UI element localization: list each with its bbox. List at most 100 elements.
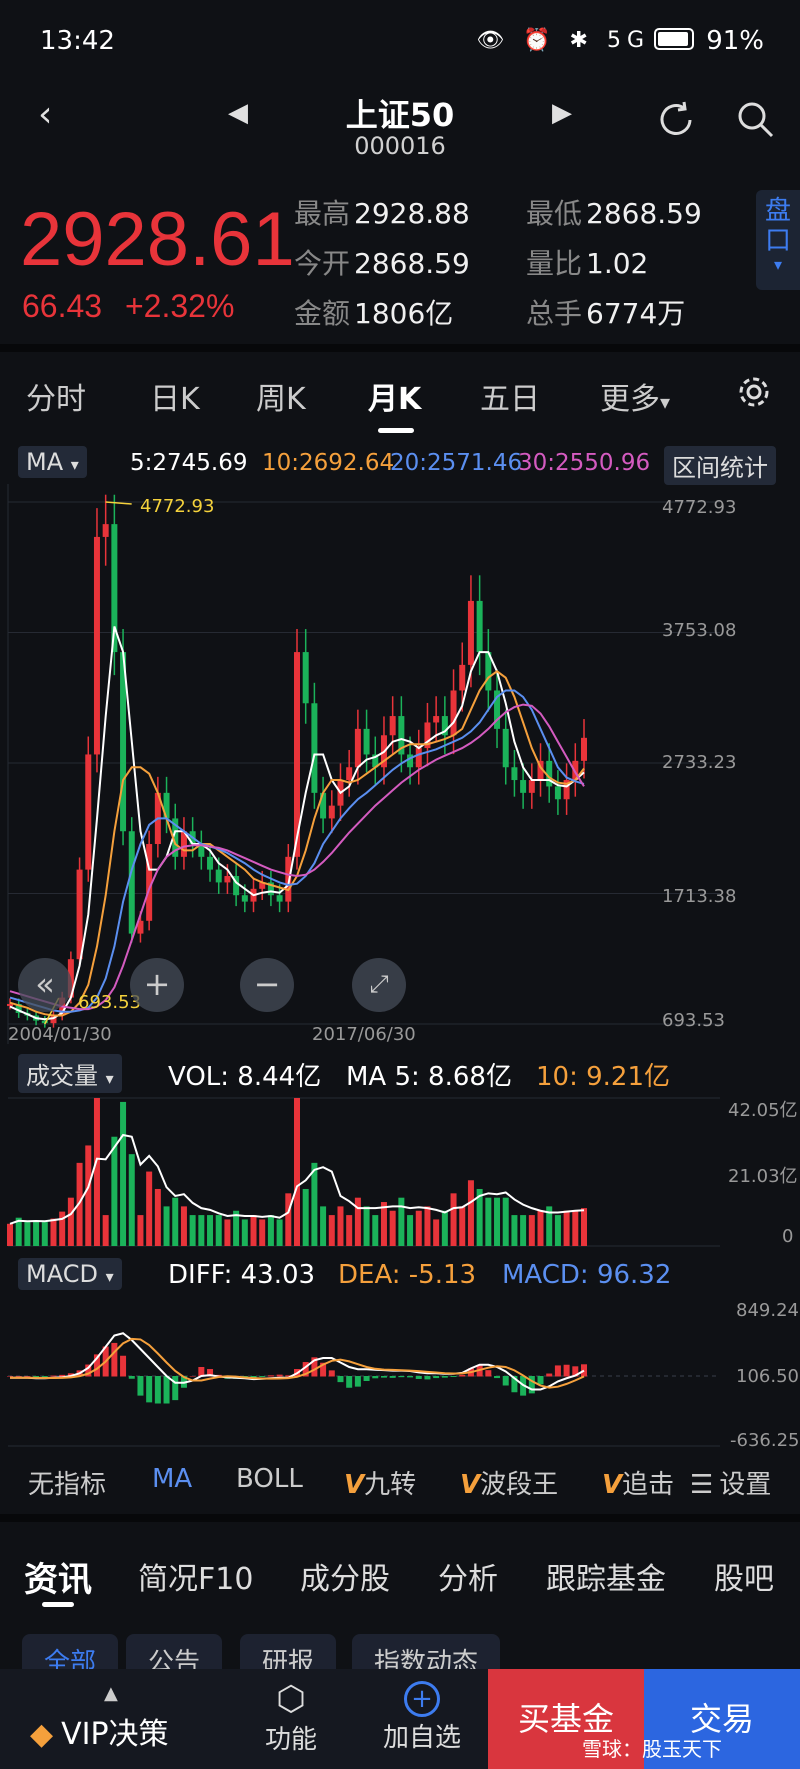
- add-watchlist-button[interactable]: + 加自选: [380, 1679, 464, 1754]
- volume-bar: [33, 1220, 40, 1246]
- indicator-ma[interactable]: MA: [152, 1464, 192, 1494]
- macd-bar: [415, 1376, 422, 1379]
- vol-y-tick-1: 42.05亿: [728, 1100, 798, 1121]
- volume-bar: [198, 1215, 205, 1246]
- tab-weekly-k[interactable]: 周K: [256, 374, 306, 418]
- macd-selector[interactable]: MACD ▾: [18, 1258, 122, 1290]
- macd-bar: [485, 1370, 492, 1377]
- candle-body: [311, 703, 318, 793]
- indicator-boll[interactable]: BOLL: [236, 1464, 303, 1494]
- indicator-settings[interactable]: ☰ 设置: [690, 1464, 771, 1501]
- macd-bar: [137, 1376, 144, 1396]
- macd-bar: [389, 1376, 396, 1378]
- refresh-icon[interactable]: [654, 98, 698, 142]
- macd-bar: [276, 1374, 283, 1377]
- macd-bar: [441, 1376, 448, 1378]
- candle-body: [241, 895, 248, 902]
- volume-bar: [337, 1206, 344, 1246]
- section-tab-forum[interactable]: 股吧: [714, 1554, 774, 1598]
- fullscreen-icon[interactable]: ⤢: [352, 958, 406, 1012]
- candle-body: [520, 780, 527, 793]
- vip-diamond-icon: ◆: [30, 1717, 54, 1752]
- section-tab-analysis[interactable]: 分析: [438, 1554, 498, 1598]
- ma-selector[interactable]: MA ▾: [18, 446, 87, 478]
- settings-gear-icon[interactable]: [736, 374, 772, 410]
- volume-bar: [41, 1222, 48, 1246]
- indicator-zhuiji[interactable]: V追击: [602, 1464, 674, 1501]
- range-stats-button[interactable]: 区间统计: [664, 446, 776, 485]
- macd-bar: [554, 1365, 561, 1377]
- diff-value: DIFF: 43.03: [168, 1260, 316, 1290]
- tab-five-day[interactable]: 五日: [480, 374, 540, 418]
- candle-body: [554, 786, 561, 800]
- volume-bar: [554, 1215, 561, 1246]
- volume-bar: [398, 1197, 405, 1246]
- macd-bar: [363, 1376, 370, 1381]
- ma5-value: 5:2745.69: [130, 450, 248, 476]
- ma10-value: 10:2692.64: [262, 450, 395, 476]
- indicator-jiuzhuan[interactable]: V九转: [344, 1464, 416, 1501]
- indicator-none[interactable]: 无指标: [28, 1464, 106, 1501]
- ma20-value: 20:2571.46: [390, 450, 523, 476]
- macd-y-tick-3: -636.25: [730, 1430, 800, 1451]
- zoom-out-button[interactable]: −: [240, 958, 294, 1012]
- tab-more[interactable]: 更多▾: [600, 374, 670, 418]
- candle-body: [476, 600, 483, 653]
- macd-legend: MACD ▾ DIFF: 43.03 DEA: -5.13 MACD: 96.3…: [0, 1254, 800, 1298]
- section-tab-constituents[interactable]: 成分股: [300, 1554, 390, 1598]
- candle-body: [459, 664, 466, 691]
- section-tab-news[interactable]: 资讯: [24, 1552, 92, 1601]
- expand-up-icon[interactable]: ▲: [104, 1683, 118, 1704]
- pankou-button[interactable]: 盘口 ▾: [756, 190, 800, 290]
- volume-bar: [459, 1206, 466, 1246]
- zoom-in-button[interactable]: +: [130, 958, 184, 1012]
- change-percent: +2.32%: [124, 288, 235, 324]
- vip-button[interactable]: ◆ VIP决策: [30, 1709, 169, 1753]
- volume-bar: [511, 1215, 518, 1246]
- candle-body: [128, 831, 135, 934]
- tab-intraday[interactable]: 分时: [26, 374, 86, 418]
- volume-bar: [24, 1222, 31, 1246]
- macd-bar: [459, 1374, 466, 1377]
- indicator-boduanwang[interactable]: V波段王: [460, 1464, 558, 1501]
- stat-volume-ratio: 量比 1.02: [526, 247, 649, 280]
- divider: [0, 344, 800, 352]
- volume-bar: [572, 1210, 579, 1246]
- macd-bar: [354, 1376, 361, 1387]
- candle-body: [363, 728, 370, 755]
- volume-selector[interactable]: 成交量 ▾: [18, 1054, 122, 1093]
- volume-bar: [128, 1154, 135, 1246]
- volume-chart[interactable]: [0, 1094, 800, 1250]
- macd-chart[interactable]: [0, 1298, 800, 1448]
- volume-bar: [67, 1197, 74, 1246]
- macd-bar: [128, 1376, 135, 1379]
- volume-bar: [259, 1219, 266, 1246]
- tab-monthly-k[interactable]: 月K: [368, 374, 421, 418]
- stat-low: 最低 2868.59: [526, 197, 702, 230]
- section-tab-funds[interactable]: 跟踪基金: [546, 1554, 666, 1598]
- candle-body: [415, 748, 422, 768]
- y-tick-2: 3753.08: [662, 620, 737, 641]
- volume-bar: [467, 1180, 474, 1246]
- vol-value: VOL: 8.44亿: [168, 1062, 322, 1092]
- next-index-icon[interactable]: ▶: [552, 98, 572, 128]
- macd-value: MACD: 96.32: [502, 1260, 672, 1290]
- search-icon[interactable]: [734, 98, 778, 142]
- macd-bar: [172, 1376, 179, 1401]
- macd-bar: [120, 1355, 127, 1377]
- section-tab-f10[interactable]: 简况F10: [138, 1554, 253, 1598]
- macd-bar: [267, 1375, 274, 1377]
- candle-body: [511, 767, 518, 781]
- candle-body: [528, 780, 535, 793]
- volume-bar: [320, 1206, 327, 1246]
- tab-daily-k[interactable]: 日K: [150, 374, 200, 418]
- volume-bar: [328, 1215, 335, 1246]
- volume-bar: [537, 1210, 544, 1246]
- macd-bar: [15, 1376, 22, 1377]
- news-filter-tabs: 全部 公告 研报 指数动态: [0, 1634, 800, 1680]
- volume-bar: [294, 1098, 300, 1246]
- volume-bar: [346, 1215, 353, 1246]
- scroll-left-button[interactable]: «: [18, 958, 72, 1012]
- volume-bar: [581, 1208, 587, 1246]
- function-button[interactable]: ⬡ 功能: [256, 1679, 326, 1756]
